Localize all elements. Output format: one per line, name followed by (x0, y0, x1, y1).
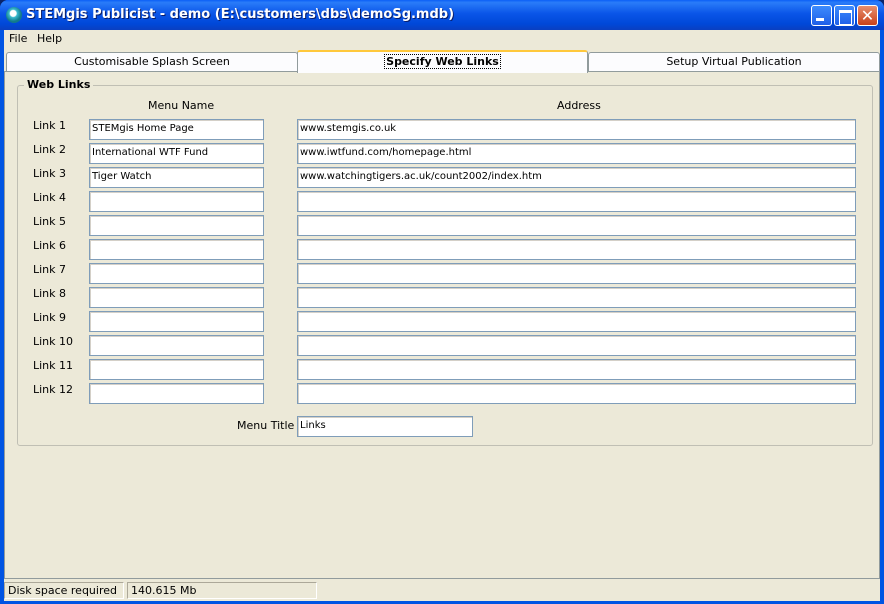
menu-file[interactable]: File (9, 32, 27, 45)
minimize-button[interactable] (811, 5, 832, 26)
link-address-field[interactable] (297, 335, 856, 356)
link-address-field[interactable] (297, 239, 856, 260)
link-name-field[interactable]: International WTF Fund (89, 143, 264, 164)
link-address-field[interactable]: www.watchingtigers.ac.uk/count2002/index… (297, 167, 856, 188)
link-label: Link 11 (33, 359, 74, 372)
tab-label: Customisable Splash Screen (74, 55, 230, 68)
status-bar: Disk space required 140.615 Mb (4, 579, 880, 601)
minimize-icon (812, 6, 831, 25)
menu-title-label: Menu Title (237, 419, 295, 432)
status-label: Disk space required (4, 582, 124, 599)
link-label: Link 5 (33, 215, 67, 228)
link-label: Link 8 (33, 287, 67, 300)
link-label: Link 12 (33, 383, 74, 396)
link-address-field[interactable] (297, 311, 856, 332)
close-button[interactable]: ✕ (857, 5, 878, 26)
menu-title-field[interactable]: Links (297, 416, 473, 437)
link-address-field[interactable] (297, 287, 856, 308)
link-address-field[interactable] (297, 383, 856, 404)
link-label: Link 10 (33, 335, 74, 348)
group-title: Web Links (24, 78, 94, 91)
tab-strip: Customisable Splash Screen Specify Web L… (4, 50, 880, 73)
column-header-menu-name: Menu Name (148, 99, 215, 112)
link-name-field[interactable] (89, 191, 264, 212)
column-header-address: Address (557, 99, 601, 112)
link-name-field[interactable] (89, 215, 264, 236)
tab-customisable-splash-screen[interactable]: Customisable Splash Screen (6, 52, 298, 72)
link-name-field[interactable]: STEMgis Home Page (89, 119, 264, 140)
web-links-group: Web Links Menu Name Address Link 1 STEMg… (17, 78, 873, 446)
link-address-field[interactable] (297, 215, 856, 236)
status-disk-space-value: 140.615 Mb (127, 582, 317, 599)
link-label: Link 4 (33, 191, 67, 204)
link-name-field[interactable] (89, 311, 264, 332)
title-bar[interactable]: STEMgis Publicist - demo (E:\customers\d… (0, 0, 884, 30)
tab-page: Web Links Menu Name Address Link 1 STEMg… (4, 71, 880, 579)
client-area: File Help Customisable Splash Screen Spe… (4, 30, 880, 601)
maximize-icon (835, 6, 854, 25)
link-name-field[interactable] (89, 383, 264, 404)
link-address-field[interactable] (297, 263, 856, 284)
app-globe-icon[interactable] (6, 7, 22, 23)
window-title: STEMgis Publicist - demo (E:\customers\d… (26, 7, 455, 22)
link-name-field[interactable] (89, 359, 264, 380)
link-label: Link 9 (33, 311, 67, 324)
link-name-field[interactable] (89, 239, 264, 260)
tab-label: Setup Virtual Publication (666, 55, 802, 68)
link-name-field[interactable]: Tiger Watch (89, 167, 264, 188)
link-label: Link 7 (33, 263, 67, 276)
app-window: STEMgis Publicist - demo (E:\customers\d… (0, 0, 884, 604)
link-label: Link 3 (33, 167, 67, 180)
tab-label: Specify Web Links (384, 54, 501, 69)
link-name-field[interactable] (89, 335, 264, 356)
maximize-button[interactable] (834, 5, 855, 26)
menu-bar: File Help (4, 30, 880, 48)
link-name-field[interactable] (89, 263, 264, 284)
link-address-field[interactable]: www.stemgis.co.uk (297, 119, 856, 140)
link-address-field[interactable]: www.iwtfund.com/homepage.html (297, 143, 856, 164)
link-label: Link 6 (33, 239, 67, 252)
link-label: Link 1 (33, 119, 67, 132)
close-icon: ✕ (860, 6, 875, 25)
menu-help[interactable]: Help (37, 32, 62, 45)
link-label: Link 2 (33, 143, 67, 156)
tab-setup-virtual-publication[interactable]: Setup Virtual Publication (588, 52, 880, 72)
tab-specify-web-links[interactable]: Specify Web Links (297, 50, 588, 73)
link-address-field[interactable] (297, 359, 856, 380)
link-address-field[interactable] (297, 191, 856, 212)
link-name-field[interactable] (89, 287, 264, 308)
